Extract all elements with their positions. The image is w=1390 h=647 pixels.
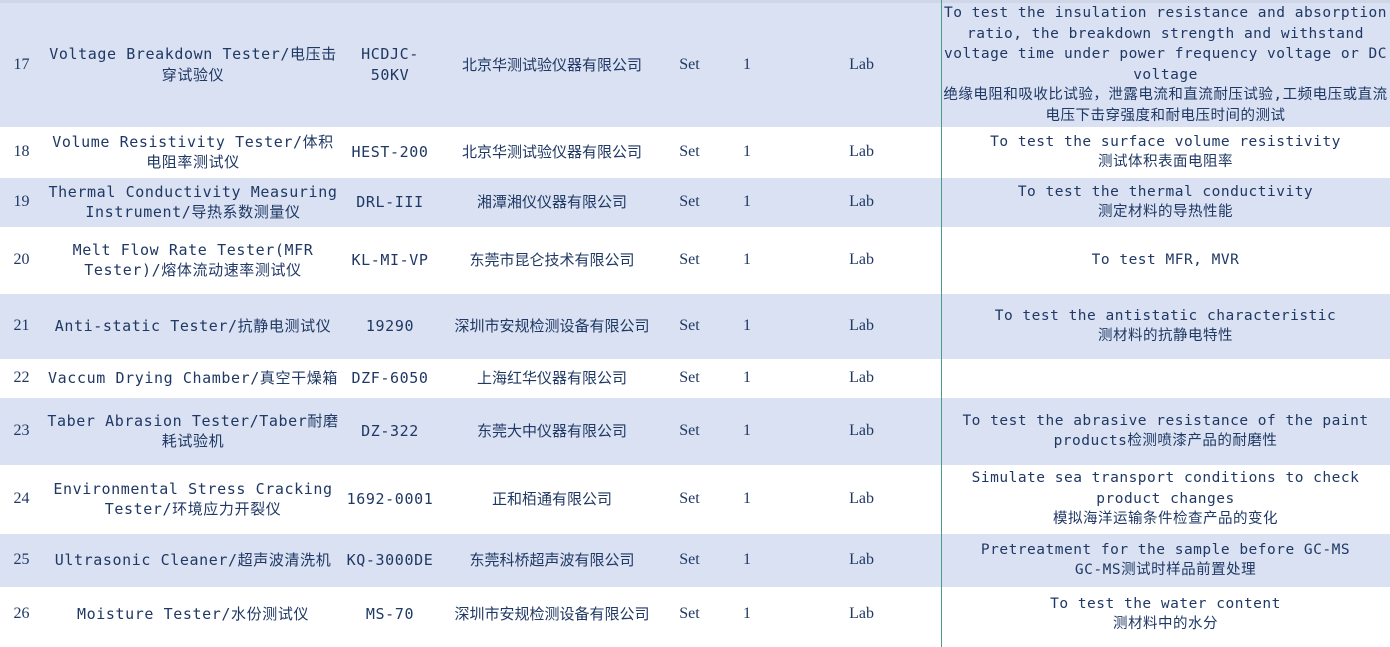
manufacturer-cell[interactable]: 上海红华仪器有限公司 [437,359,667,397]
unit-cell[interactable]: Set [667,177,712,227]
unit-cell[interactable]: Set [667,397,712,465]
equipment-name-cell[interactable]: Vaccum Drying Chamber/真空干燥箱 [43,359,343,397]
manufacturer-cell[interactable]: 东莞大中仪器有限公司 [437,397,667,465]
model-cell[interactable]: KL-MI-VP [343,227,437,293]
table-row[interactable]: 24 Environmental Stress Cracking Tester/环… [0,465,1390,533]
manufacturer-cell[interactable]: 正和栢通有限公司 [437,465,667,533]
description-cell[interactable]: To test the surface volume resistivity 测试… [941,127,1390,177]
quantity-cell[interactable]: 1 [712,397,782,465]
location-cell[interactable]: Lab [782,177,941,227]
row-number-cell[interactable]: 26 [0,587,43,641]
description-cell[interactable]: To test the insulation resistance and ab… [941,3,1390,127]
equipment-name-cell[interactable]: Melt Flow Rate Tester(MFR Tester)/熔体流动速率… [43,227,343,293]
quantity-cell[interactable]: 1 [712,587,782,641]
quantity-cell[interactable]: 1 [712,465,782,533]
unit-cell[interactable]: Set [667,359,712,397]
description-cell[interactable]: To test the water content 测材料中的水分 [941,587,1390,641]
location-cell[interactable]: Lab [782,227,941,293]
model-cell[interactable]: 1692-0001 [343,465,437,533]
table-row[interactable]: 22 Vaccum Drying Chamber/真空干燥箱 DZF-6050 上海红… [0,359,1390,397]
manufacturer-cell[interactable]: 北京华测试验仪器有限公司 [437,3,667,127]
description-cell[interactable]: To test the antistatic characteristic 测材料… [941,293,1390,359]
table-body: 17 Voltage Breakdown Tester/电压击穿试验仪 HCDJC-… [0,3,1390,641]
quantity-cell[interactable]: 1 [712,359,782,397]
quantity-cell[interactable]: 1 [712,293,782,359]
equipment-name-cell[interactable]: Thermal Conductivity Measuring Instrumen… [43,177,343,227]
spreadsheet-view: 17 Voltage Breakdown Tester/电压击穿试验仪 HCDJC-… [0,0,1390,647]
model-cell[interactable]: MS-70 [343,587,437,641]
description-cell[interactable]: To test MFR, MVR [941,227,1390,293]
row-number-cell[interactable]: 20 [0,227,43,293]
model-cell[interactable]: HCDJC-50KV [343,3,437,127]
row-number-cell[interactable]: 24 [0,465,43,533]
unit-cell[interactable]: Set [667,3,712,127]
equipment-name-cell[interactable]: Volume Resistivity Tester/体积电阻率测试仪 [43,127,343,177]
description-cell[interactable]: To test the thermal conductivity 测定材料的导热性… [941,177,1390,227]
unit-cell[interactable]: Set [667,533,712,587]
quantity-cell[interactable]: 1 [712,3,782,127]
quantity-cell[interactable]: 1 [712,227,782,293]
description-cell[interactable] [941,359,1390,397]
equipment-table: 17 Voltage Breakdown Tester/电压击穿试验仪 HCDJC-… [0,3,1390,642]
row-number-cell[interactable]: 17 [0,3,43,127]
table-row[interactable]: 26 Moisture Tester/水份测试仪 MS-70 深圳市安规检测设备有限公… [0,587,1390,641]
manufacturer-cell[interactable]: 北京华测试验仪器有限公司 [437,127,667,177]
manufacturer-cell[interactable]: 深圳市安规检测设备有限公司 [437,293,667,359]
table-row[interactable]: 20 Melt Flow Rate Tester(MFR Tester)/熔体流动… [0,227,1390,293]
description-cell[interactable]: Pretreatment for the sample before GC-MS… [941,533,1390,587]
location-cell[interactable]: Lab [782,533,941,587]
row-number-cell[interactable]: 25 [0,533,43,587]
model-cell[interactable]: 19290 [343,293,437,359]
quantity-cell[interactable]: 1 [712,127,782,177]
description-cell[interactable]: To test the abrasive resistance of the p… [941,397,1390,465]
equipment-name-cell[interactable]: Anti-static Tester/抗静电测试仪 [43,293,343,359]
model-cell[interactable]: HEST-200 [343,127,437,177]
unit-cell[interactable]: Set [667,587,712,641]
equipment-name-cell[interactable]: Moisture Tester/水份测试仪 [43,587,343,641]
model-cell[interactable]: DZ-322 [343,397,437,465]
row-number-cell[interactable]: 21 [0,293,43,359]
quantity-cell[interactable]: 1 [712,177,782,227]
manufacturer-cell[interactable]: 东莞市昆仑技术有限公司 [437,227,667,293]
model-cell[interactable]: DZF-6050 [343,359,437,397]
model-cell[interactable]: KQ-3000DE [343,533,437,587]
equipment-name-cell[interactable]: Ultrasonic Cleaner/超声波清洗机 [43,533,343,587]
manufacturer-cell[interactable]: 东莞科桥超声波有限公司 [437,533,667,587]
table-row[interactable]: 21 Anti-static Tester/抗静电测试仪 19290 深圳市安规检测设… [0,293,1390,359]
row-number-cell[interactable]: 18 [0,127,43,177]
table-row[interactable]: 23 Taber Abrasion Tester/Taber耐磨耗试验机 DZ-32… [0,397,1390,465]
unit-cell[interactable]: Set [667,465,712,533]
location-cell[interactable]: Lab [782,359,941,397]
location-cell[interactable]: Lab [782,465,941,533]
equipment-name-cell[interactable]: Taber Abrasion Tester/Taber耐磨耗试验机 [43,397,343,465]
table-row[interactable]: 19 Thermal Conductivity Measuring Instrum… [0,177,1390,227]
model-cell[interactable]: DRL-III [343,177,437,227]
row-number-cell[interactable]: 22 [0,359,43,397]
location-cell[interactable]: Lab [782,587,941,641]
location-cell[interactable]: Lab [782,397,941,465]
manufacturer-cell[interactable]: 深圳市安规检测设备有限公司 [437,587,667,641]
equipment-name-cell[interactable]: Voltage Breakdown Tester/电压击穿试验仪 [43,3,343,127]
location-cell[interactable]: Lab [782,293,941,359]
row-number-cell[interactable]: 19 [0,177,43,227]
unit-cell[interactable]: Set [667,227,712,293]
quantity-cell[interactable]: 1 [712,533,782,587]
row-number-cell[interactable]: 23 [0,397,43,465]
unit-cell[interactable]: Set [667,127,712,177]
column-gridline [941,0,942,647]
table-row[interactable]: 25 Ultrasonic Cleaner/超声波清洗机 KQ-3000DE 东莞科桥… [0,533,1390,587]
equipment-name-cell[interactable]: Environmental Stress Cracking Tester/环境应… [43,465,343,533]
location-cell[interactable]: Lab [782,127,941,177]
unit-cell[interactable]: Set [667,293,712,359]
manufacturer-cell[interactable]: 湘潭湘仪仪器有限公司 [437,177,667,227]
location-cell[interactable]: Lab [782,3,941,127]
table-row[interactable]: 18 Volume Resistivity Tester/体积电阻率测试仪 HEST… [0,127,1390,177]
table-row[interactable]: 17 Voltage Breakdown Tester/电压击穿试验仪 HCDJC-… [0,3,1390,127]
description-cell[interactable]: Simulate sea transport conditions to che… [941,465,1390,533]
